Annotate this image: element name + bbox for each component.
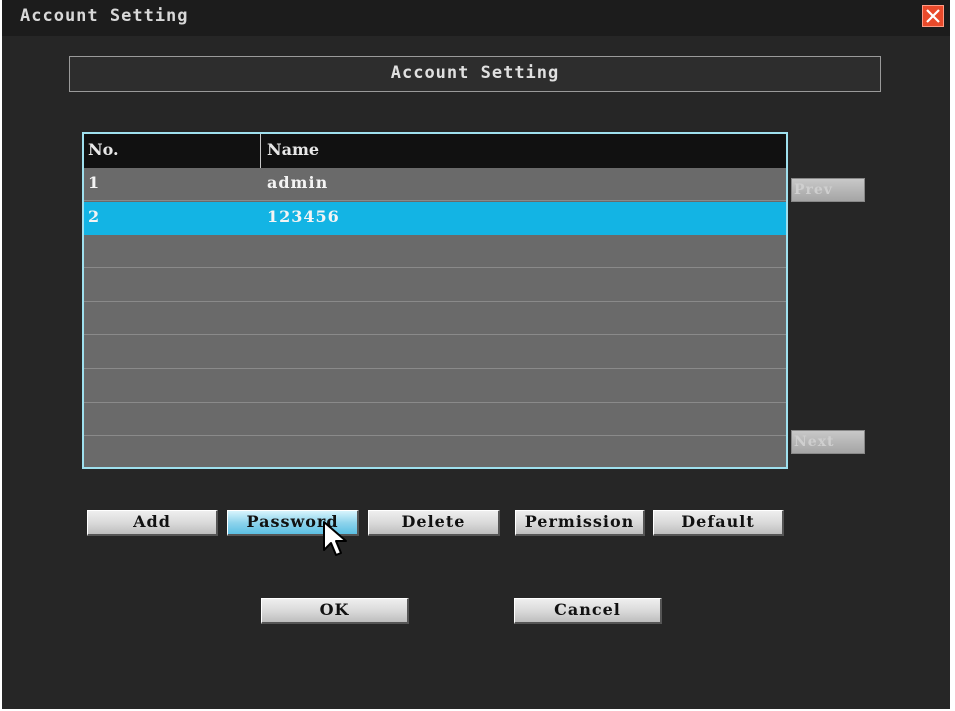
table-row[interactable]: 1 admin [84,168,786,201]
delete-button[interactable]: Delete [368,510,500,536]
table-row[interactable]: 2 123456 [84,201,786,235]
next-button[interactable]: Next [791,430,865,454]
table-row[interactable] [84,369,786,403]
window-title: Account Setting [20,6,189,26]
add-button[interactable]: Add [87,510,218,536]
cell-no: 2 [88,206,100,226]
table-row[interactable] [84,436,786,467]
table-row[interactable] [84,336,786,369]
column-header-name: Name [267,140,320,159]
table-row[interactable] [84,235,786,269]
table-header: No. Name [84,134,786,168]
title-bar: Account Setting [2,0,950,36]
account-setting-window: Account Setting Account Setting No. Name… [2,0,950,709]
cell-name: admin [267,173,329,192]
account-table: No. Name 1 admin 2 123456 [82,132,788,469]
cell-no: 1 [88,173,100,192]
table-row[interactable] [84,403,786,437]
cancel-button[interactable]: Cancel [514,598,662,624]
ok-button[interactable]: OK [261,598,409,624]
section-title: Account Setting [390,63,560,83]
column-divider [260,134,261,168]
mouse-pointer-icon [323,521,347,556]
close-icon [926,9,940,23]
table-row[interactable] [84,268,786,302]
default-button[interactable]: Default [653,510,784,536]
permission-button[interactable]: Permission [515,510,645,536]
cell-name: 123456 [267,206,340,226]
close-button[interactable] [922,5,944,27]
prev-button[interactable]: Prev [791,178,865,202]
section-header: Account Setting [69,56,881,92]
table-row[interactable] [84,302,786,336]
column-header-no: No. [88,140,119,159]
